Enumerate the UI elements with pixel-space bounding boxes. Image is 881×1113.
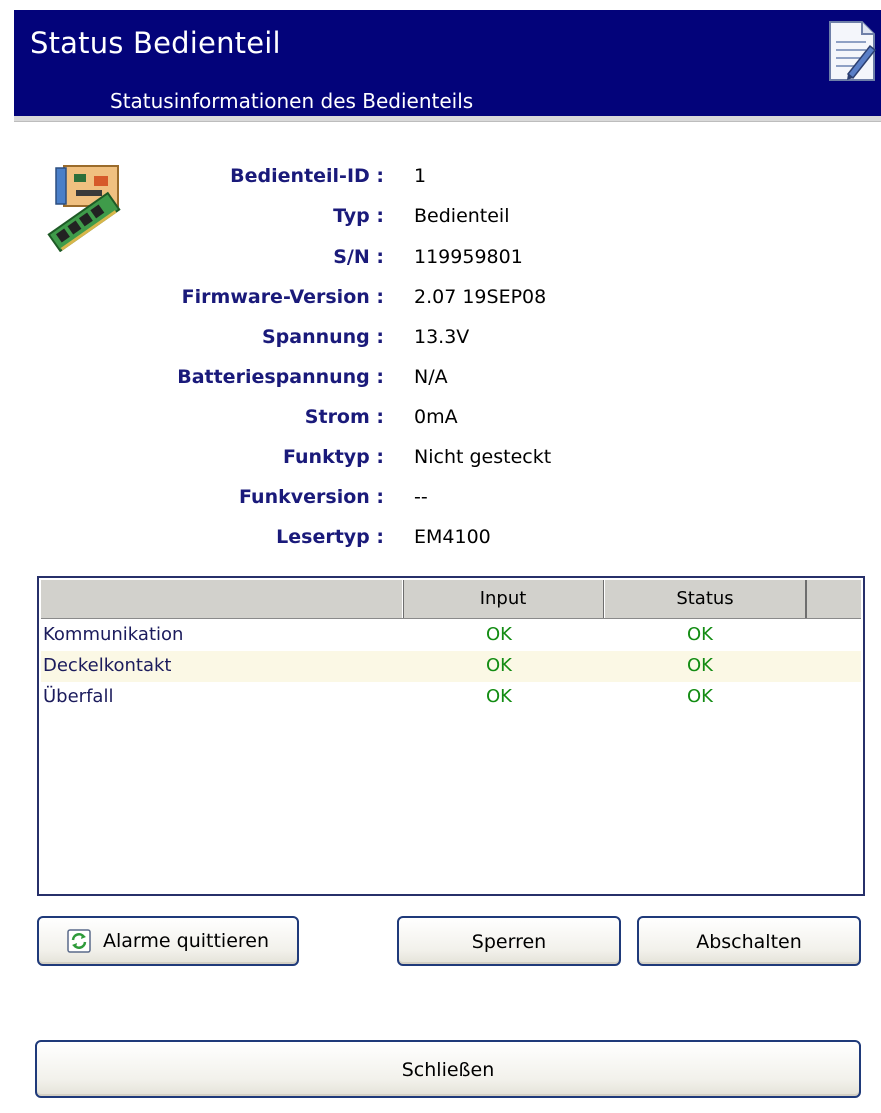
info-row-strom: Strom : 0mA	[0, 406, 881, 436]
refresh-icon	[67, 929, 91, 953]
info-row-bedienteil-id: Bedienteil-ID : 1	[0, 165, 881, 195]
column-header-input[interactable]: Input	[402, 580, 605, 618]
status-table: Input Status Kommunikation OK OK Deckelk…	[37, 576, 865, 896]
table-row[interactable]: Deckelkontakt OK OK	[41, 651, 861, 682]
info-value: Bedienteil	[414, 205, 510, 227]
column-header-status[interactable]: Status	[604, 580, 807, 618]
info-row-batteriespannung: Batteriespannung : N/A	[0, 366, 881, 396]
info-value: --	[414, 486, 428, 508]
info-label: Funktyp :	[282, 446, 384, 468]
info-value: EM4100	[414, 526, 491, 548]
info-value: 13.3V	[414, 326, 470, 348]
info-row-spannung: Spannung : 13.3V	[0, 326, 881, 356]
alarme-quittieren-button[interactable]: Alarme quittieren	[37, 916, 299, 966]
info-row-typ: Typ : Bedienteil	[0, 205, 881, 235]
row-name: Überfall	[43, 686, 114, 707]
info-label: Batteriespannung :	[177, 366, 384, 388]
row-name: Kommunikation	[43, 624, 184, 645]
info-value: Nicht gesteckt	[414, 446, 552, 468]
table-row[interactable]: Überfall OK OK	[41, 682, 861, 713]
row-name: Deckelkontakt	[43, 655, 172, 676]
row-status: OK	[687, 686, 713, 707]
info-label: Strom :	[304, 406, 384, 428]
row-input: OK	[486, 655, 512, 676]
info-value: N/A	[414, 366, 448, 388]
page-subtitle: Statusinformationen des Bedienteils	[110, 89, 474, 113]
abschalten-button[interactable]: Abschalten	[637, 916, 861, 966]
info-row-funkversion: Funkversion : --	[0, 486, 881, 516]
table-header: Input Status	[41, 580, 861, 619]
schliessen-button[interactable]: Schließen	[35, 1040, 861, 1098]
page-title: Status Bedienteil	[30, 26, 281, 60]
title-bar: Status Bedienteil Statusinformationen de…	[14, 10, 881, 116]
info-row-firmware: Firmware-Version : 2.07 19SEP08	[0, 286, 881, 316]
info-label: Lesertyp :	[276, 526, 384, 548]
info-label: Funkversion :	[239, 486, 384, 508]
header-divider	[14, 116, 881, 122]
document-edit-icon	[829, 21, 876, 81]
sperren-button[interactable]: Sperren	[397, 916, 621, 966]
schliessen-label: Schließen	[401, 1058, 495, 1081]
info-label: Firmware-Version :	[181, 286, 384, 308]
info-value: 1	[414, 165, 427, 187]
info-label: Spannung :	[261, 326, 384, 348]
row-input: OK	[486, 624, 512, 645]
info-row-sn: S/N : 119959801	[0, 246, 881, 276]
info-label: Typ :	[333, 205, 384, 227]
column-header-name[interactable]	[41, 580, 404, 618]
row-input: OK	[486, 686, 512, 707]
info-value: 119959801	[414, 246, 523, 268]
info-label: S/N :	[333, 246, 384, 268]
info-value: 0mA	[414, 406, 458, 428]
table-row[interactable]: Kommunikation OK OK	[41, 620, 861, 651]
abschalten-label: Abschalten	[696, 930, 802, 953]
info-value: 2.07 19SEP08	[414, 286, 547, 308]
info-row-lesertyp: Lesertyp : EM4100	[0, 526, 881, 556]
info-label: Bedienteil-ID :	[230, 165, 384, 187]
sperren-label: Sperren	[471, 930, 547, 953]
info-row-funktyp: Funktyp : Nicht gesteckt	[0, 446, 881, 476]
alarme-quittieren-label: Alarme quittieren	[103, 930, 270, 952]
column-header-extra[interactable]	[806, 580, 861, 618]
row-status: OK	[687, 624, 713, 645]
row-status: OK	[687, 655, 713, 676]
